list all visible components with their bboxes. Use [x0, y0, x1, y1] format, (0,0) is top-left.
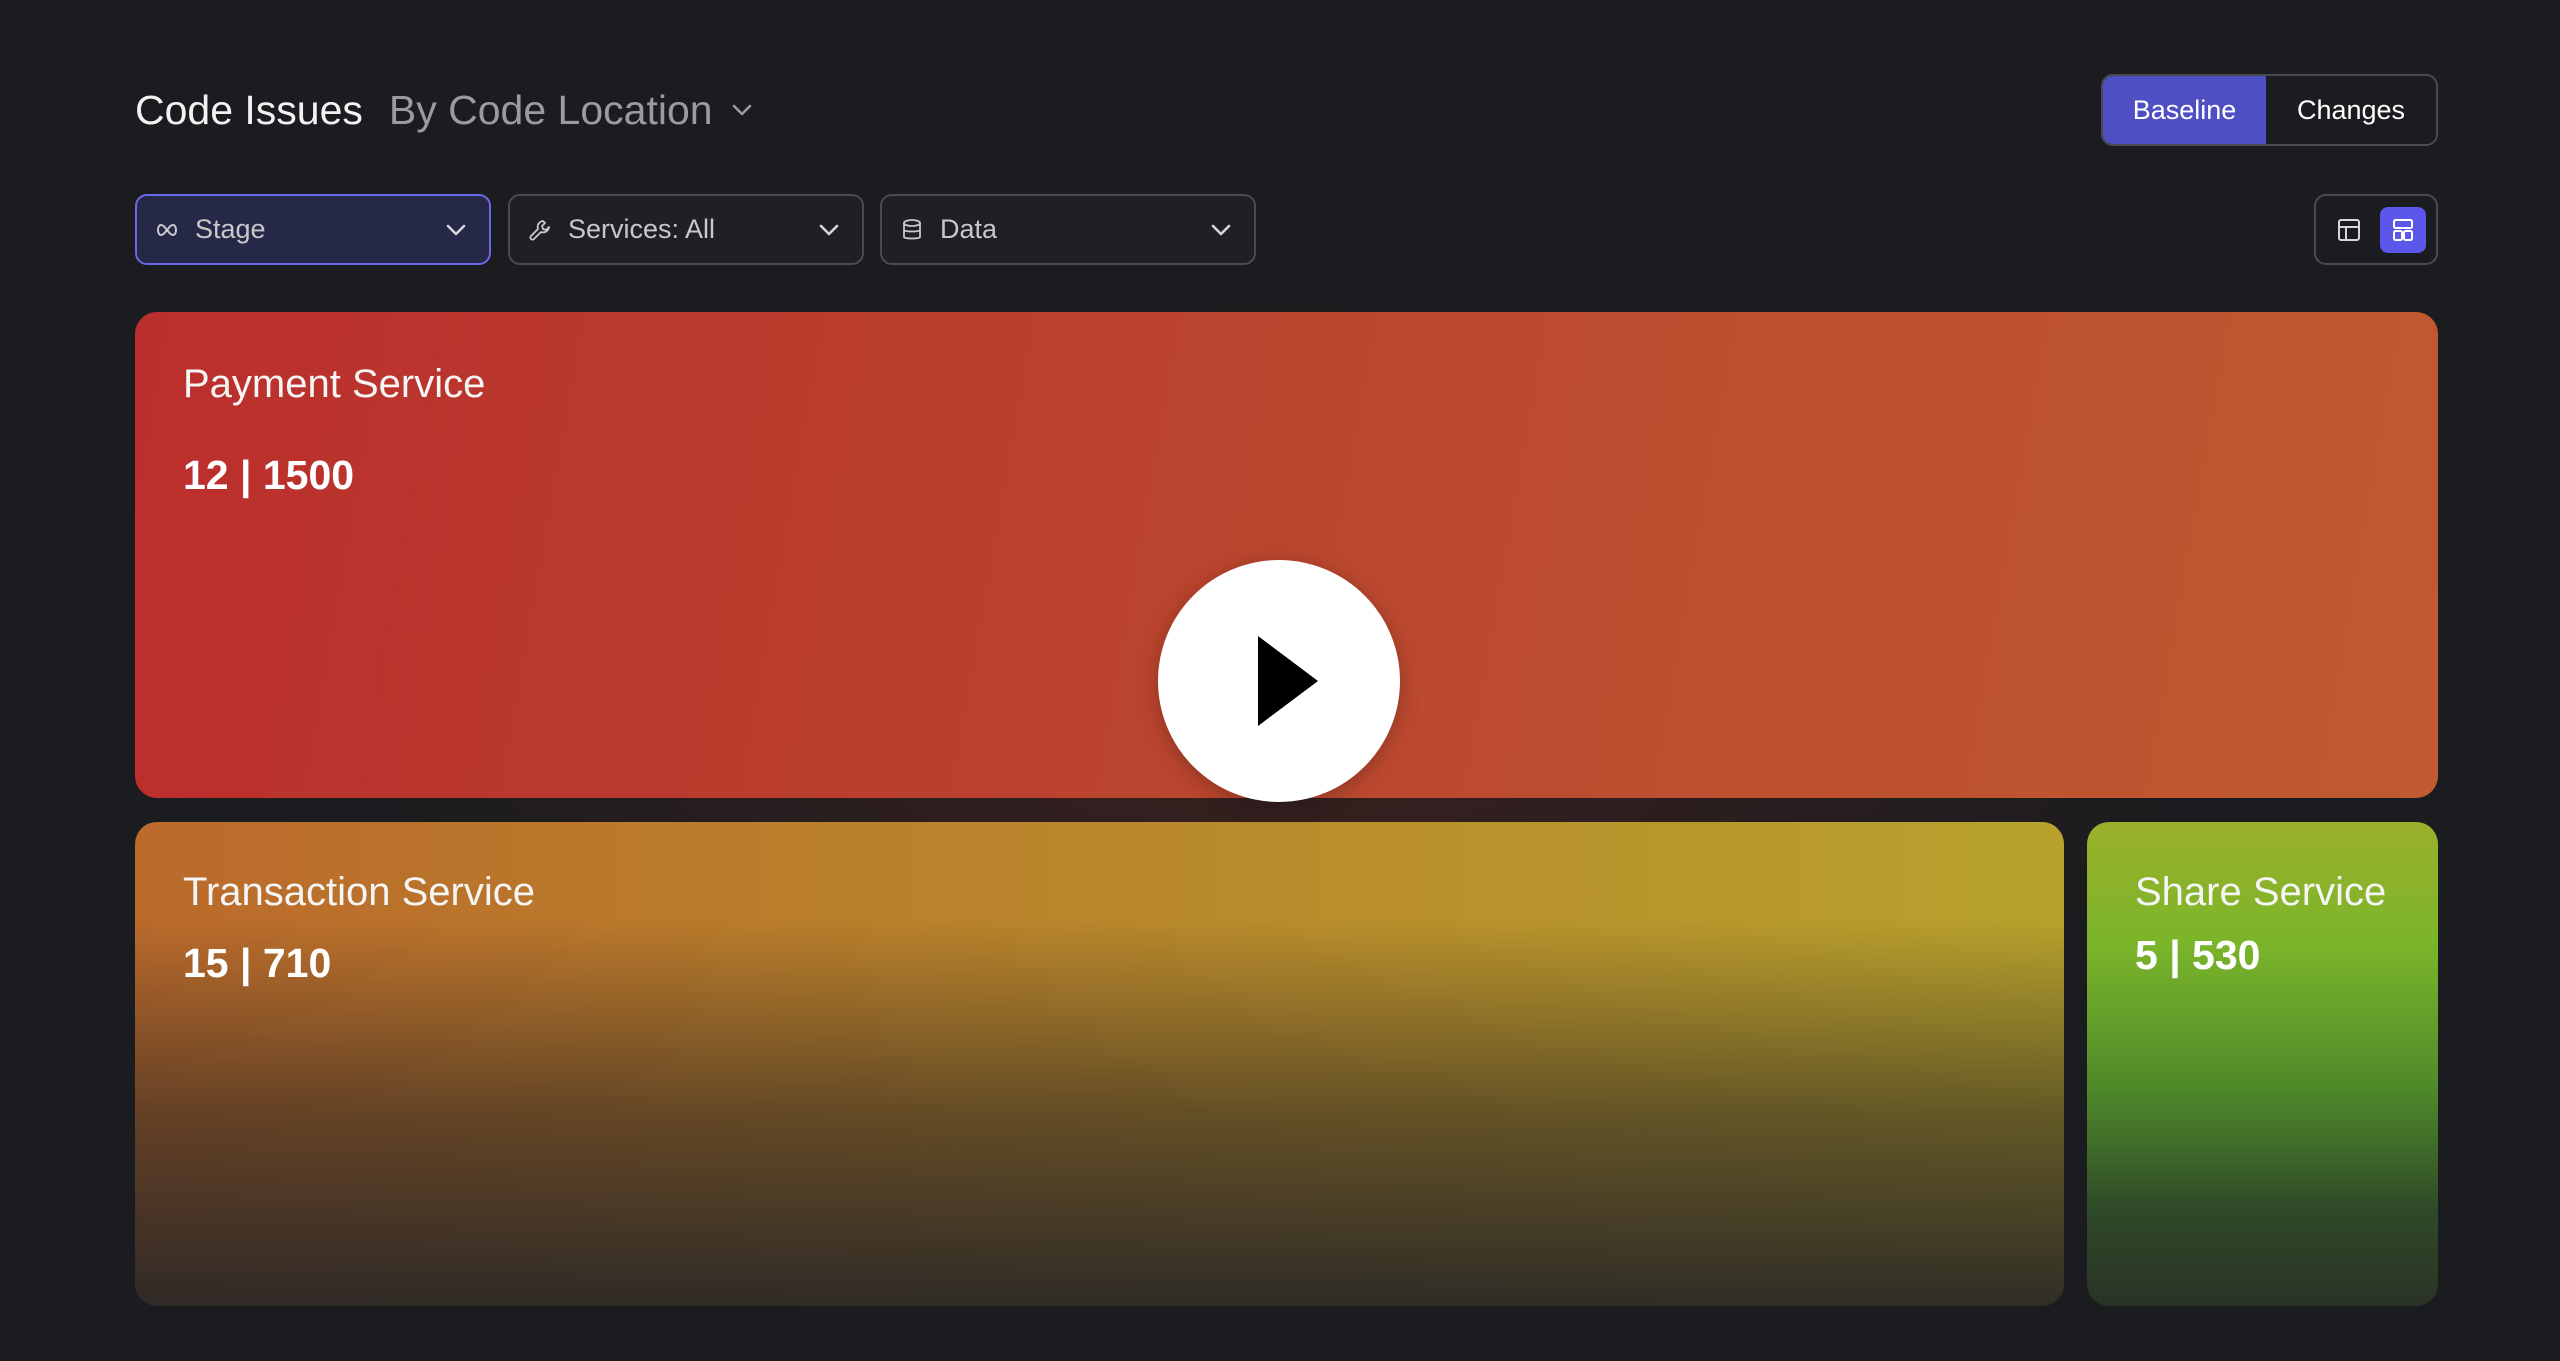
- database-icon: [900, 218, 924, 242]
- page-title: Code Issues: [135, 86, 363, 133]
- service-stat: 5 | 530: [2135, 932, 2261, 978]
- stage-dropdown[interactable]: Stage: [135, 194, 491, 265]
- play-button[interactable]: [1158, 560, 1400, 802]
- service-stat: 12 | 1500: [183, 452, 355, 498]
- service-name: Share Service: [2135, 870, 2387, 914]
- changes-button[interactable]: Changes: [2266, 76, 2436, 144]
- chevron-down-icon: [445, 223, 467, 237]
- data-dropdown[interactable]: Data: [880, 194, 1256, 265]
- services-dropdown[interactable]: Services: All: [508, 194, 864, 265]
- play-icon: [1258, 636, 1318, 726]
- tile-view-icon[interactable]: [2380, 206, 2426, 253]
- page-header: Code Issues By Code Location: [135, 80, 753, 140]
- data-dropdown-label: Data: [940, 214, 998, 244]
- service-tile-transaction[interactable]: Transaction Service 15 | 710: [135, 822, 2064, 1306]
- service-name: Payment Service: [183, 362, 486, 406]
- baseline-button[interactable]: Baseline: [2103, 76, 2266, 144]
- service-stat: 15 | 710: [183, 940, 332, 986]
- chevron-down-icon: [818, 223, 840, 237]
- chevron-down-icon[interactable]: [731, 103, 753, 117]
- wrench-icon: [528, 218, 552, 242]
- table-view-icon[interactable]: [2326, 207, 2372, 253]
- chevron-down-icon: [1210, 223, 1232, 237]
- view-toggle: [2314, 194, 2438, 265]
- mode-toggle: Baseline Changes: [2101, 74, 2438, 146]
- service-name: Transaction Service: [183, 870, 535, 914]
- stage-dropdown-label: Stage: [195, 214, 266, 244]
- grouping-selector[interactable]: By Code Location: [389, 87, 713, 134]
- infinity-icon: [155, 218, 179, 242]
- service-tile-share[interactable]: Share Service 5 | 530: [2087, 822, 2438, 1306]
- services-dropdown-label: Services: All: [568, 214, 716, 244]
